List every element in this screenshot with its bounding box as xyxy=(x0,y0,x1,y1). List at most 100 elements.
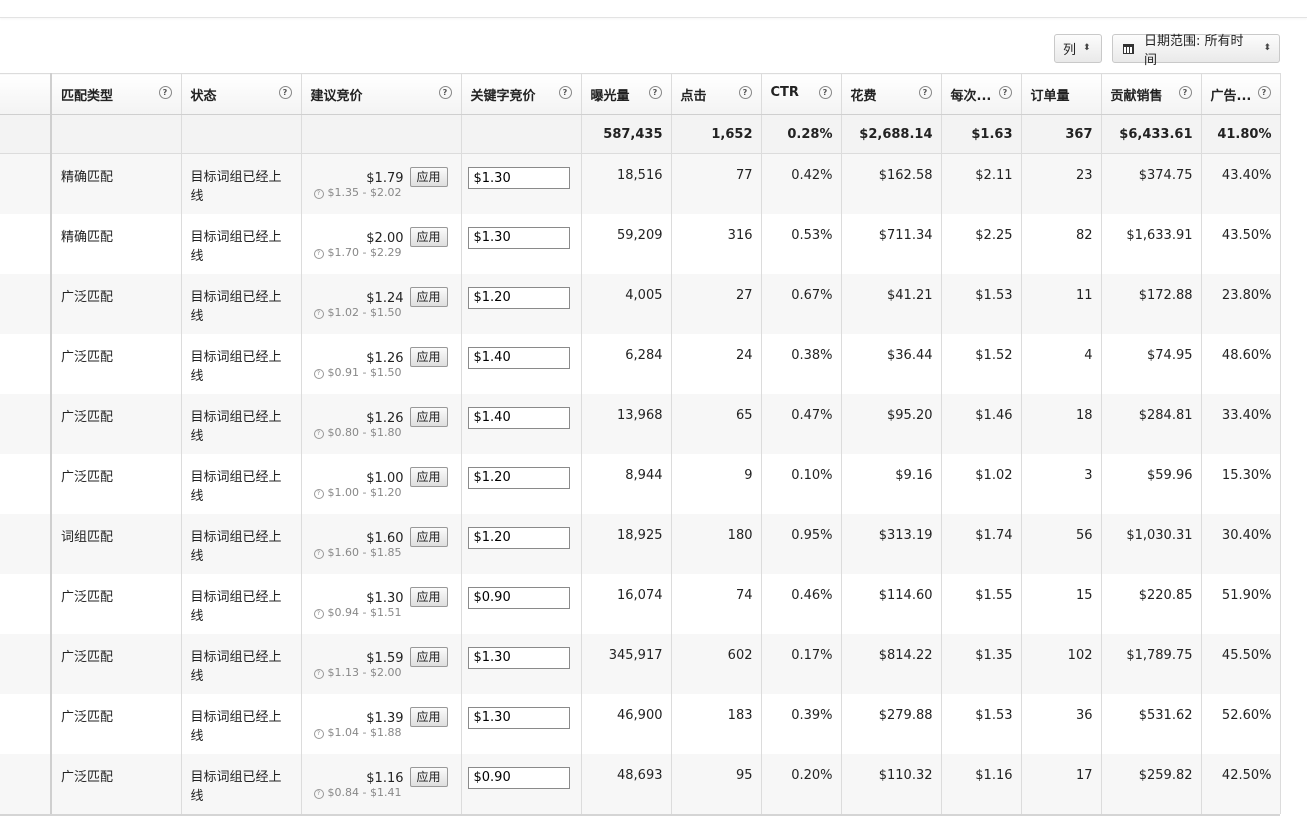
column-header[interactable]: 曝光量? xyxy=(581,73,672,115)
help-icon[interactable]: ? xyxy=(313,728,324,739)
table-row: 广泛匹配目标词组已经上线$1.24应用?$1.02 - $1.504,00527… xyxy=(0,273,1281,334)
help-icon[interactable]: ? xyxy=(313,788,324,799)
total-ctr: 0.28% xyxy=(761,114,842,154)
apply-button[interactable]: 应用 xyxy=(409,226,448,247)
help-icon[interactable]: ? xyxy=(313,668,324,679)
keyword-bid-input[interactable] xyxy=(467,286,570,309)
help-icon[interactable]: ? xyxy=(818,86,832,99)
suggested-bid-range: ? $1.60 - $1.85 xyxy=(313,546,401,559)
match-type-cell: 精确匹配 xyxy=(51,213,182,274)
apply-button[interactable]: 应用 xyxy=(409,526,448,547)
cpc-cell: $2.11 xyxy=(941,153,1022,214)
suggested-bid-range: ? $1.00 - $1.20 xyxy=(313,486,401,499)
help-icon[interactable]: ? xyxy=(1178,86,1192,99)
column-header[interactable]: 匹配类型? xyxy=(51,73,182,115)
spend-cell: $162.58 xyxy=(841,153,942,214)
apply-button[interactable]: 应用 xyxy=(409,646,448,667)
help-icon[interactable]: ? xyxy=(648,86,662,99)
help-icon[interactable]: ? xyxy=(313,368,324,379)
apply-button[interactable]: 应用 xyxy=(409,167,448,187)
orders-cell: 82 xyxy=(1021,213,1102,274)
ctr-cell: 0.17% xyxy=(761,633,842,694)
column-header[interactable]: 花费? xyxy=(841,73,942,115)
help-icon[interactable]: ? xyxy=(438,86,452,99)
table-row: 广泛匹配目标词组已经上线$1.59应用?$1.13 - $2.00345,917… xyxy=(0,633,1281,694)
apply-button[interactable]: 应用 xyxy=(409,466,448,487)
range-text: $0.80 - $1.80 xyxy=(327,425,402,439)
help-icon[interactable]: ? xyxy=(313,488,324,499)
ctr-cell: 0.20% xyxy=(761,753,842,814)
table-row: 精确匹配目标词组已经上线$1.79应用?$1.35 - $2.0218,5167… xyxy=(0,153,1281,214)
row-lead-cell xyxy=(0,453,52,514)
apply-button[interactable]: 应用 xyxy=(409,346,448,367)
impressions-cell: 59,209 xyxy=(581,213,672,274)
column-header[interactable]: 状态? xyxy=(181,73,302,115)
range-text: $1.13 - $2.00 xyxy=(327,665,402,679)
column-header[interactable]: CTR? xyxy=(761,73,842,115)
keyword-bid-input[interactable] xyxy=(467,226,570,249)
column-header-label: 状态 xyxy=(190,89,217,104)
header-row: 匹配类型? 状态? 建议竞价? 关键字竞价? 曝光量? 点击? CTR? 花费? 每次...? 订… xyxy=(0,73,1281,115)
ctr-cell: 0.10% xyxy=(761,453,842,514)
apply-button[interactable]: 应用 xyxy=(409,286,448,307)
orders-cell: 17 xyxy=(1021,753,1102,814)
keyword-bid-input[interactable] xyxy=(467,646,570,669)
column-header[interactable]: 贡献销售? xyxy=(1101,73,1202,115)
row-lead-cell xyxy=(0,573,52,634)
column-header[interactable]: 订单量 xyxy=(1021,73,1102,115)
status-cell: 目标词组已经上线 xyxy=(181,753,302,814)
total-acos: 41.80% xyxy=(1201,114,1281,154)
sales-cell: $259.82 xyxy=(1101,753,1202,814)
help-icon[interactable]: ? xyxy=(558,86,572,99)
column-header[interactable]: 建议竞价? xyxy=(301,73,462,115)
clicks-cell: 24 xyxy=(671,333,762,394)
help-icon[interactable]: ? xyxy=(278,86,292,99)
header-lead xyxy=(0,73,52,115)
column-header[interactable]: 点击? xyxy=(671,73,762,115)
orders-cell: 4 xyxy=(1021,333,1102,394)
suggested-bid-value: $1.39 xyxy=(366,710,404,726)
column-header[interactable]: 每次...? xyxy=(941,73,1022,115)
keyword-bid-cell xyxy=(461,213,582,274)
keyword-bid-input[interactable] xyxy=(467,586,570,609)
keyword-bid-input[interactable] xyxy=(467,346,570,369)
help-icon[interactable]: ? xyxy=(313,189,324,199)
help-icon[interactable]: ? xyxy=(313,548,324,559)
column-header-label: 订单量 xyxy=(1030,89,1070,104)
top-bar xyxy=(0,0,1307,18)
help-icon[interactable]: ? xyxy=(918,86,932,99)
apply-button[interactable]: 应用 xyxy=(409,406,448,427)
match-type-cell: 广泛匹配 xyxy=(51,273,182,334)
clicks-cell: 65 xyxy=(671,393,762,454)
keyword-bid-input[interactable] xyxy=(467,706,570,729)
help-icon[interactable]: ? xyxy=(158,86,172,99)
help-icon[interactable]: ? xyxy=(313,428,324,439)
apply-button[interactable]: 应用 xyxy=(409,706,448,727)
keyword-bid-input[interactable] xyxy=(467,406,570,429)
match-type-cell: 词组匹配 xyxy=(51,513,182,574)
keyword-bid-input[interactable] xyxy=(467,766,570,789)
keyword-bid-cell xyxy=(461,513,582,574)
help-icon[interactable]: ? xyxy=(313,308,324,319)
sales-cell: $284.81 xyxy=(1101,393,1202,454)
spend-cell: $9.16 xyxy=(841,453,942,514)
help-icon[interactable]: ? xyxy=(313,608,324,619)
keyword-bid-input[interactable] xyxy=(467,466,570,489)
help-icon[interactable]: ? xyxy=(1257,86,1271,99)
column-header[interactable]: 关键字竞价? xyxy=(461,73,582,115)
suggested-bid-value: $2.00 xyxy=(366,230,404,246)
column-header-label: 建议竞价 xyxy=(310,89,363,104)
columns-button[interactable]: 列 ⬍ xyxy=(1054,34,1102,63)
keyword-bid-input[interactable] xyxy=(467,526,570,549)
keyword-bid-input[interactable] xyxy=(467,167,570,189)
date-range-button[interactable]: 日期范围: 所有时间 ⬍ xyxy=(1112,34,1280,68)
clicks-cell: 74 xyxy=(671,573,762,634)
help-icon[interactable]: ? xyxy=(313,248,324,259)
totals-row: 587,435 1,652 0.28% $2,688.14 $1.63 367 … xyxy=(0,114,1281,154)
apply-button[interactable]: 应用 xyxy=(409,586,448,607)
column-header[interactable]: 广告...? xyxy=(1201,73,1281,115)
acos-cell: 51.90% xyxy=(1201,573,1281,634)
help-icon[interactable]: ? xyxy=(998,86,1012,99)
apply-button[interactable]: 应用 xyxy=(409,766,448,787)
help-icon[interactable]: ? xyxy=(738,86,752,99)
